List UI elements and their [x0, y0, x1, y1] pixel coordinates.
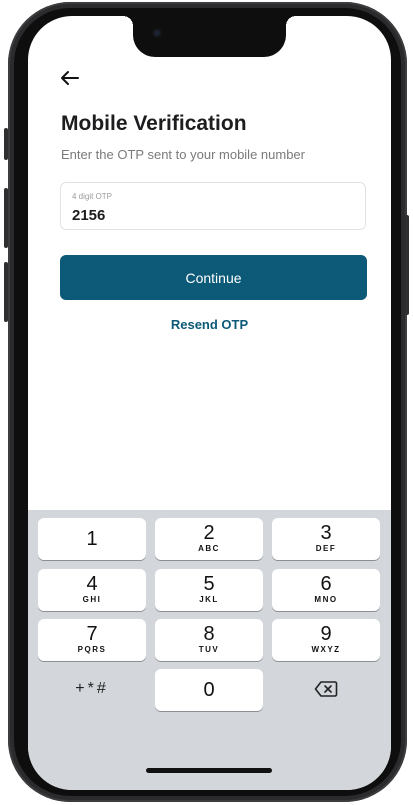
otp-field[interactable]: 4 digit OTP [60, 182, 366, 230]
key-3[interactable]: 3 DEF [272, 518, 380, 560]
otp-label: 4 digit OTP [72, 192, 113, 201]
key-6[interactable]: 6 MNO [272, 569, 380, 611]
key-letters: WXYZ [311, 645, 341, 654]
key-letters: MNO [314, 595, 338, 604]
symbols-label: +*# [75, 680, 109, 697]
key-letters: JKL [199, 595, 219, 604]
screen: Mobile Verification Enter the OTP sent t… [28, 16, 391, 790]
key-digit: 6 [320, 573, 332, 595]
backspace-icon [314, 681, 338, 697]
key-8[interactable]: 8 TUV [155, 619, 263, 661]
back-button[interactable] [60, 68, 80, 90]
volume-up-button [4, 188, 8, 248]
key-7[interactable]: 7 PQRS [38, 619, 146, 661]
key-5[interactable]: 5 JKL [155, 569, 263, 611]
key-4[interactable]: 4 GHI [38, 569, 146, 611]
key-digit: 2 [203, 522, 215, 544]
otp-input[interactable] [72, 207, 272, 224]
key-9[interactable]: 9 WXYZ [272, 619, 380, 661]
key-digit: 5 [203, 573, 215, 595]
page-title: Mobile Verification [61, 112, 247, 135]
page-subtitle: Enter the OTP sent to your mobile number [61, 147, 305, 162]
key-2[interactable]: 2 ABC [155, 518, 263, 560]
continue-button[interactable]: Continue [60, 255, 367, 300]
key-letters: TUV [198, 645, 220, 654]
key-digit: 7 [86, 623, 98, 645]
key-letters: GHI [82, 595, 102, 604]
key-digit: 0 [203, 679, 215, 701]
notch [123, 16, 296, 57]
key-digit: 1 [86, 528, 98, 550]
key-symbols[interactable]: +*# [38, 668, 146, 710]
volume-down-button [4, 262, 8, 322]
home-indicator[interactable] [146, 768, 272, 773]
key-letters: PQRS [77, 645, 107, 654]
arrow-left-icon [61, 71, 79, 85]
key-digit: 8 [203, 623, 215, 645]
key-letters: DEF [315, 544, 337, 553]
mute-switch [4, 128, 8, 160]
numeric-keyboard: 1 2 ABC 3 DEF 4 GHI 5 JKL 6 MNO 7 PQRS 8… [28, 510, 391, 790]
power-button [405, 215, 409, 315]
key-delete[interactable] [272, 668, 380, 710]
key-letters: ABC [198, 544, 220, 553]
key-digit: 4 [86, 573, 98, 595]
key-0[interactable]: 0 [155, 669, 263, 711]
key-digit: 9 [320, 623, 332, 645]
key-digit: 3 [320, 522, 332, 544]
camera-icon [152, 28, 162, 38]
resend-otp-link[interactable]: Resend OTP [28, 317, 391, 332]
key-1[interactable]: 1 [38, 518, 146, 560]
